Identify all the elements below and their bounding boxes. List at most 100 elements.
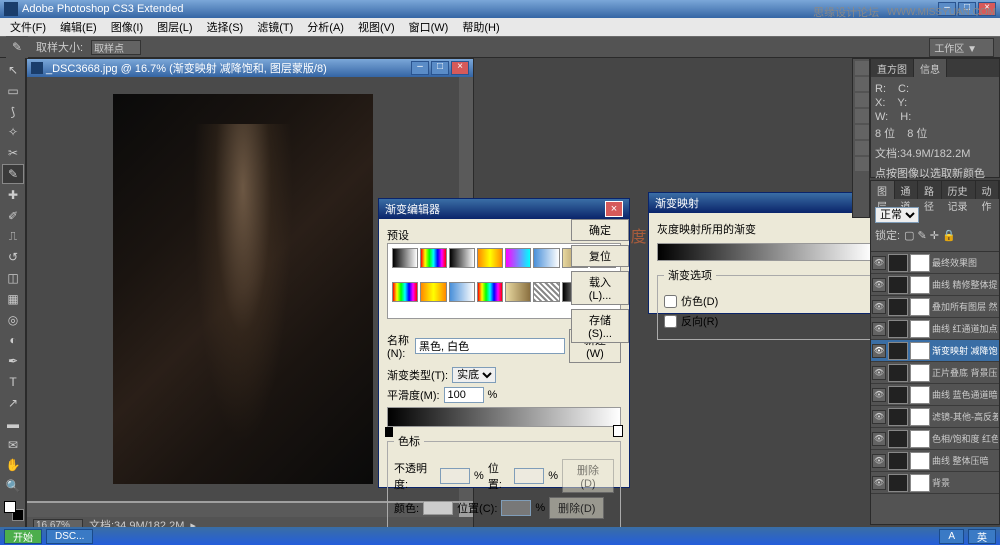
sample-value[interactable] (91, 40, 141, 55)
notes-tool[interactable]: ✉ (2, 435, 24, 455)
path-tool[interactable]: ↗ (2, 393, 24, 413)
preset-swatch[interactable] (505, 282, 531, 302)
blur-tool[interactable]: ◎ (2, 310, 24, 330)
hand-tool[interactable]: ✋ (2, 455, 24, 475)
tab-layers[interactable]: 图层 (871, 181, 895, 199)
gradient-tool[interactable]: ▦ (2, 289, 24, 309)
layer-row[interactable]: 👁正片叠底 背景压暗 (871, 362, 999, 384)
preset-swatch[interactable] (392, 248, 418, 268)
blend-mode[interactable]: 正常 (875, 207, 919, 223)
shape-tool[interactable]: ▬ (2, 414, 24, 434)
visibility-icon[interactable]: 👁 (872, 300, 886, 314)
reset-button[interactable]: 复位 (571, 245, 629, 267)
menu-layer[interactable]: 图层(L) (151, 19, 198, 35)
visibility-icon[interactable]: 👁 (872, 344, 886, 358)
menu-help[interactable]: 帮助(H) (456, 19, 505, 35)
gradient-editor-close[interactable]: × (605, 201, 623, 217)
load-button[interactable]: 载入(L)... (571, 271, 629, 305)
preset-swatch[interactable] (477, 248, 503, 268)
doc-close[interactable]: × (451, 61, 469, 75)
layer-row[interactable]: 👁曲线 精修整体提亮 (871, 274, 999, 296)
preset-swatch[interactable] (449, 282, 475, 302)
visibility-icon[interactable]: 👁 (872, 256, 886, 270)
lasso-tool[interactable]: ⟆ (2, 102, 24, 122)
document-titlebar[interactable]: _DSC3668.jpg @ 16.7% (渐变映射 减降饱和, 图层蒙版/8)… (27, 59, 473, 77)
visibility-icon[interactable]: 👁 (872, 278, 886, 292)
gradient-editor-titlebar[interactable]: 渐变编辑器 × (379, 199, 629, 219)
move-tool[interactable]: ↖ (2, 60, 24, 80)
options-bar: ✎ 取样大小: 工作区 ▼ (0, 36, 1000, 58)
eraser-tool[interactable]: ◫ (2, 268, 24, 288)
preset-swatch[interactable] (420, 282, 446, 302)
tab-info[interactable]: 信息 (914, 59, 947, 77)
visibility-icon[interactable]: 👁 (872, 476, 886, 490)
layer-row[interactable]: 👁叠加所有图层 然后精修缺美感 (871, 296, 999, 318)
menu-select[interactable]: 选择(S) (201, 19, 250, 35)
mask-thumb (910, 276, 930, 294)
visibility-icon[interactable]: 👁 (872, 432, 886, 446)
preset-swatch[interactable] (533, 282, 559, 302)
save-button[interactable]: 存储(S)... (571, 309, 629, 343)
marquee-tool[interactable]: ▭ (2, 81, 24, 101)
doc-max[interactable]: □ (431, 61, 449, 75)
tab-channels[interactable]: 通道 (895, 181, 919, 199)
visibility-icon[interactable]: 👁 (872, 388, 886, 402)
tab-actions[interactable]: 动作 (976, 181, 1000, 199)
heal-tool[interactable]: ✚ (2, 185, 24, 205)
preset-swatch[interactable] (533, 248, 559, 268)
menu-image[interactable]: 图像(I) (105, 19, 149, 35)
stamp-tool[interactable]: ⎍ (2, 227, 24, 247)
history-brush-tool[interactable]: ↺ (2, 247, 24, 267)
menu-window[interactable]: 窗口(W) (403, 19, 455, 35)
start-button[interactable]: 开始 (4, 529, 42, 544)
layer-row[interactable]: 👁最终效果图 (871, 252, 999, 274)
gradient-bar[interactable] (387, 407, 621, 427)
preset-swatch[interactable] (505, 248, 531, 268)
layer-row[interactable]: 👁曲线 蓝色通道暗部… (871, 384, 999, 406)
menu-view[interactable]: 视图(V) (352, 19, 401, 35)
tab-paths[interactable]: 路径 (918, 181, 942, 199)
visibility-icon[interactable]: 👁 (872, 454, 886, 468)
eyedropper-tool[interactable]: ✎ (2, 164, 24, 184)
preset-swatch[interactable] (392, 282, 418, 302)
visibility-icon[interactable]: 👁 (872, 410, 886, 424)
tray-item[interactable]: A (939, 529, 964, 544)
layer-row[interactable]: 👁背景 (871, 472, 999, 494)
tab-histogram[interactable]: 直方图 (871, 59, 914, 77)
smooth-input[interactable] (444, 387, 484, 403)
menu-file[interactable]: 文件(F) (4, 19, 52, 35)
visibility-icon[interactable]: 👁 (872, 322, 886, 336)
visibility-icon[interactable]: 👁 (872, 366, 886, 380)
layer-row[interactable]: 👁曲线 整体压暗 (871, 450, 999, 472)
menu-filter[interactable]: 滤镜(T) (251, 19, 299, 35)
zoom-tool[interactable]: 🔍 (2, 476, 24, 496)
gradient-strip[interactable] (657, 243, 873, 261)
preset-swatch[interactable] (420, 248, 446, 268)
layer-row[interactable]: 👁曲线 红通道加点红 (871, 318, 999, 340)
reverse-check[interactable]: 反向(R) (664, 313, 866, 329)
workspace-selector[interactable]: 工作区 ▼ (929, 38, 994, 57)
brush-tool[interactable]: ✐ (2, 206, 24, 226)
task-item[interactable]: DSC... (46, 529, 93, 544)
layer-row[interactable]: 👁色相/饱和度 红色 (871, 428, 999, 450)
pen-tool[interactable]: ✒ (2, 351, 24, 371)
layer-row[interactable]: 👁渐变映射 减降饱和 (871, 340, 999, 362)
type-tool[interactable]: T (2, 372, 24, 392)
crop-tool[interactable]: ✂ (2, 143, 24, 163)
type-select[interactable]: 实底 (452, 367, 496, 383)
collapsed-panel-strip[interactable] (852, 58, 870, 218)
name-input[interactable] (415, 338, 565, 354)
wand-tool[interactable]: ✧ (2, 122, 24, 142)
preset-swatch[interactable] (449, 248, 475, 268)
menu-edit[interactable]: 编辑(E) (54, 19, 103, 35)
layer-row[interactable]: 👁滤镜-其他-高反差保留-参数… (871, 406, 999, 428)
preset-swatch[interactable] (477, 282, 503, 302)
color-swatches[interactable] (2, 497, 23, 525)
dodge-tool[interactable]: ◐ (2, 331, 24, 351)
dither-check[interactable]: 仿色(D) (664, 293, 866, 309)
tab-history[interactable]: 历史记录 (942, 181, 976, 199)
menu-analysis[interactable]: 分析(A) (301, 19, 350, 35)
ok-button[interactable]: 确定 (571, 219, 629, 241)
doc-min[interactable]: – (411, 61, 429, 75)
tray-item[interactable]: 英 (968, 529, 996, 544)
